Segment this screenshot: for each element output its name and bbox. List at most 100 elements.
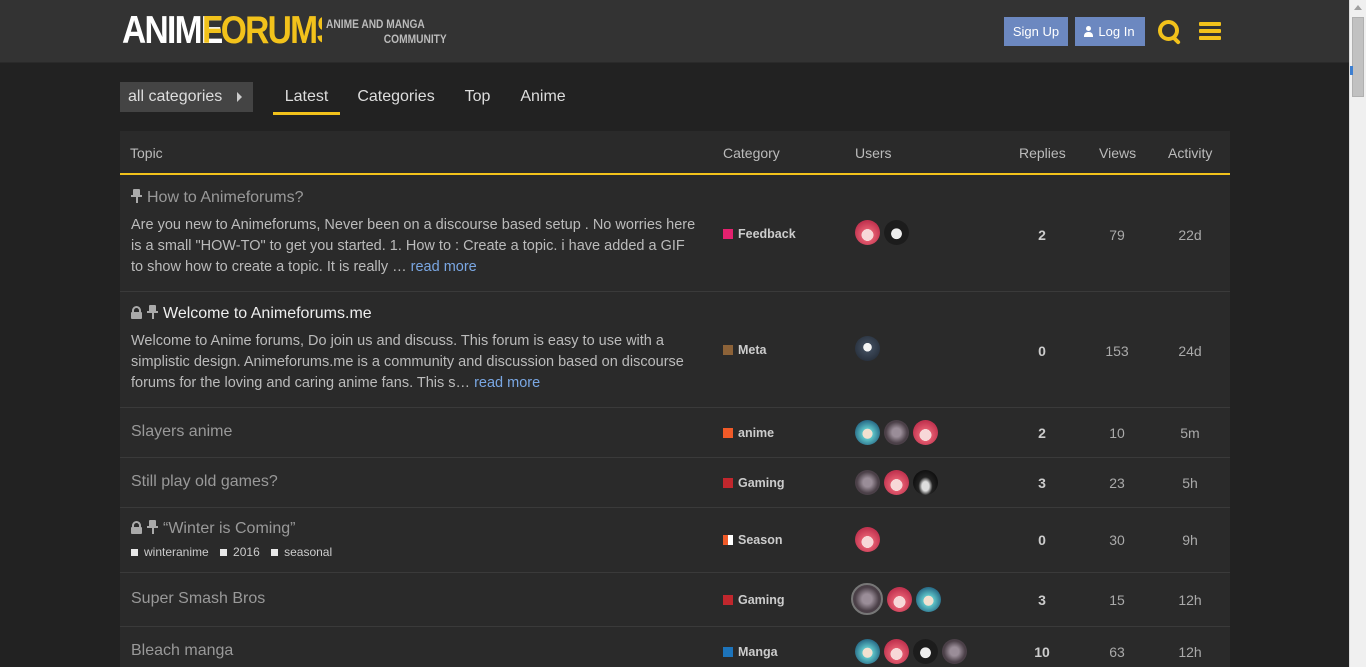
- tagline-line2: COMMUNITY: [383, 32, 447, 46]
- activity-time[interactable]: 5h: [1160, 475, 1220, 491]
- category-color-swatch: [723, 478, 733, 488]
- activity-time[interactable]: 5m: [1160, 425, 1220, 441]
- avatar[interactable]: [913, 470, 938, 495]
- activity-time[interactable]: 12h: [1160, 592, 1220, 608]
- avatar[interactable]: [913, 639, 938, 664]
- logo-tagline: ANIME AND MANGA COMMUNITY: [326, 17, 447, 47]
- category-badge[interactable]: Gaming: [723, 476, 785, 490]
- replies-count[interactable]: 2: [1012, 227, 1072, 243]
- category-color-swatch: [723, 428, 733, 438]
- header-replies[interactable]: Replies: [1019, 145, 1066, 161]
- header-activity[interactable]: Activity: [1168, 145, 1212, 161]
- replies-count[interactable]: 3: [1012, 592, 1072, 608]
- category-color-swatch: [723, 229, 733, 239]
- read-more-link[interactable]: read more: [474, 375, 540, 391]
- lock-icon: [131, 521, 142, 534]
- category-name: anime: [738, 426, 775, 440]
- tag-link[interactable]: winteranime: [131, 545, 209, 559]
- topic-title-link[interactable]: “Winter is Coming”: [131, 520, 295, 538]
- replies-count[interactable]: 3: [1012, 475, 1072, 491]
- views-count: 153: [1105, 343, 1129, 359]
- site-logo[interactable]: ANIME FORUMS: [122, 11, 322, 53]
- table-row: Welcome to Animeforums.me Welcome to Ani…: [120, 292, 1230, 408]
- page-scrollbar[interactable]: [1349, 0, 1366, 667]
- sign-up-button[interactable]: Sign Up: [1004, 17, 1068, 46]
- topic-title-link[interactable]: Bleach manga: [131, 642, 233, 660]
- read-more-link[interactable]: read more: [411, 259, 477, 275]
- views-count: 23: [1109, 475, 1125, 491]
- replies-count[interactable]: 0: [1012, 343, 1072, 359]
- header-views[interactable]: Views: [1099, 145, 1136, 161]
- table-row: How to Animeforums? Are you new to Anime…: [120, 177, 1230, 292]
- avatar[interactable]: [884, 470, 909, 495]
- category-name: Meta: [738, 343, 767, 357]
- header-users: Users: [855, 145, 892, 161]
- topic-title-link[interactable]: Welcome to Animeforums.me: [131, 305, 372, 323]
- pin-icon: [147, 305, 158, 319]
- topic-excerpt-text: Welcome to Anime forums, Do join us and …: [131, 333, 684, 391]
- topic-excerpt: Welcome to Anime forums, Do join us and …: [131, 331, 697, 394]
- avatar[interactable]: [884, 420, 909, 445]
- table-row: Still play old games? Gaming 3 23 5h: [120, 458, 1230, 508]
- activity-time[interactable]: 22d: [1160, 227, 1220, 243]
- tag-link[interactable]: 2016: [220, 545, 260, 559]
- tab-anime[interactable]: Anime: [512, 82, 574, 115]
- avatar[interactable]: [851, 583, 883, 615]
- category-name: Gaming: [738, 476, 785, 490]
- views-count: 79: [1109, 227, 1125, 243]
- topic-title-text: “Winter is Coming”: [163, 520, 296, 537]
- tagline-line1: ANIME AND MANGA: [326, 17, 425, 31]
- tab-top[interactable]: Top: [456, 82, 499, 115]
- replies-count[interactable]: 2: [1012, 425, 1072, 441]
- topic-title-text: Welcome to Animeforums.me: [163, 305, 372, 322]
- replies-count[interactable]: 10: [1012, 644, 1072, 660]
- scroll-up-arrow-icon[interactable]: [1354, 5, 1362, 10]
- avatar[interactable]: [855, 470, 880, 495]
- tab-latest[interactable]: Latest: [273, 82, 340, 115]
- tab-categories[interactable]: Categories: [350, 82, 442, 115]
- hamburger-menu-icon[interactable]: [1199, 22, 1221, 41]
- topic-title-text: How to Animeforums?: [147, 189, 304, 206]
- avatar[interactable]: [855, 336, 880, 361]
- category-color-swatch: [723, 345, 733, 355]
- avatar[interactable]: [887, 587, 912, 612]
- avatar[interactable]: [855, 220, 880, 245]
- avatar[interactable]: [884, 220, 909, 245]
- topic-title-link[interactable]: Super Smash Bros: [131, 590, 265, 608]
- scroll-thumb[interactable]: [1352, 17, 1364, 97]
- category-name: Feedback: [738, 227, 796, 241]
- category-badge[interactable]: Gaming: [723, 593, 785, 607]
- topic-title-link[interactable]: How to Animeforums?: [131, 189, 304, 207]
- avatar[interactable]: [855, 420, 880, 445]
- search-icon[interactable]: [1158, 20, 1182, 44]
- header-category[interactable]: Category: [723, 145, 780, 161]
- topic-tags: winteranime 2016 seasonal: [131, 545, 340, 559]
- avatar[interactable]: [916, 587, 941, 612]
- avatar[interactable]: [855, 527, 880, 552]
- replies-count[interactable]: 0: [1012, 532, 1072, 548]
- activity-time[interactable]: 12h: [1160, 644, 1220, 660]
- header-topic[interactable]: Topic: [130, 145, 163, 161]
- table-row: “Winter is Coming” winteranime 2016 seas…: [120, 508, 1230, 573]
- scroll-position-marker: [1350, 66, 1353, 75]
- avatar[interactable]: [913, 420, 938, 445]
- activity-time[interactable]: 24d: [1160, 343, 1220, 359]
- category-dropdown[interactable]: all categories: [120, 82, 253, 112]
- topic-title-link[interactable]: Slayers anime: [131, 423, 232, 441]
- avatar[interactable]: [942, 639, 967, 664]
- avatar[interactable]: [884, 639, 909, 664]
- tag-link[interactable]: seasonal: [271, 545, 332, 559]
- topic-list: Topic Category Users Replies Views Activ…: [120, 131, 1230, 667]
- category-name: Gaming: [738, 593, 785, 607]
- category-badge[interactable]: Manga: [723, 645, 778, 659]
- category-badge[interactable]: Season: [723, 533, 782, 547]
- table-row: Slayers anime anime 2 10 5m: [120, 408, 1230, 458]
- activity-time[interactable]: 9h: [1160, 532, 1220, 548]
- log-in-button[interactable]: Log In: [1075, 17, 1145, 46]
- category-badge[interactable]: Feedback: [723, 227, 796, 241]
- category-badge[interactable]: anime: [723, 426, 774, 440]
- category-badge[interactable]: Meta: [723, 343, 766, 357]
- logo-text-forums: FORUMS: [202, 11, 322, 52]
- topic-title-link[interactable]: Still play old games?: [131, 473, 278, 491]
- avatar[interactable]: [855, 639, 880, 664]
